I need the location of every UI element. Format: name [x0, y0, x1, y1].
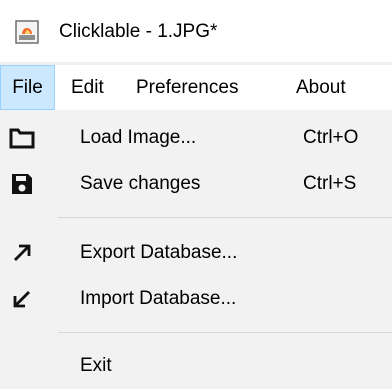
menu-about[interactable]: About: [296, 65, 346, 110]
clicklable-app-icon: [15, 20, 39, 44]
menu-file[interactable]: File: [0, 65, 55, 110]
file-menu-dropdown: Load Image... Ctrl+O Save changes Ctrl+S…: [0, 110, 392, 389]
menu-item-label: Export Database...: [80, 242, 238, 263]
menu-item-shortcut: Ctrl+S: [303, 173, 357, 194]
menu-separator: [58, 217, 392, 218]
menu-item-label: Save changes: [80, 173, 201, 194]
arrow-down-left-icon: [13, 291, 30, 308]
menu-item-save-changes[interactable]: Save changes Ctrl+S: [0, 161, 392, 207]
menu-item-export-database[interactable]: Export Database...: [0, 230, 392, 276]
menu-item-label: Exit: [80, 355, 112, 376]
menu-item-exit[interactable]: Exit: [0, 343, 392, 389]
window-title: Clicklable - 1.JPG*: [59, 21, 218, 42]
menu-item-label: Load Image...: [80, 127, 197, 148]
menu-item-label: Import Database...: [80, 288, 237, 309]
menu-item-load-image[interactable]: Load Image... Ctrl+O: [0, 115, 392, 161]
menu-preferences[interactable]: Preferences: [136, 65, 238, 110]
menu-separator: [58, 332, 392, 333]
arrow-up-right-icon: [14, 244, 31, 261]
title-bar[interactable]: Clicklable - 1.JPG*: [0, 0, 392, 62]
menu-bar: File Edit Preferences About: [0, 65, 392, 110]
menu-item-shortcut: Ctrl+O: [303, 127, 359, 148]
floppy-disk-icon: [12, 174, 32, 194]
menu-item-import-database[interactable]: Import Database...: [0, 276, 392, 322]
folder-icon: [9, 128, 35, 149]
menu-edit[interactable]: Edit: [71, 65, 104, 110]
application-window: Clicklable - 1.JPG* File Edit Preference…: [0, 0, 392, 389]
